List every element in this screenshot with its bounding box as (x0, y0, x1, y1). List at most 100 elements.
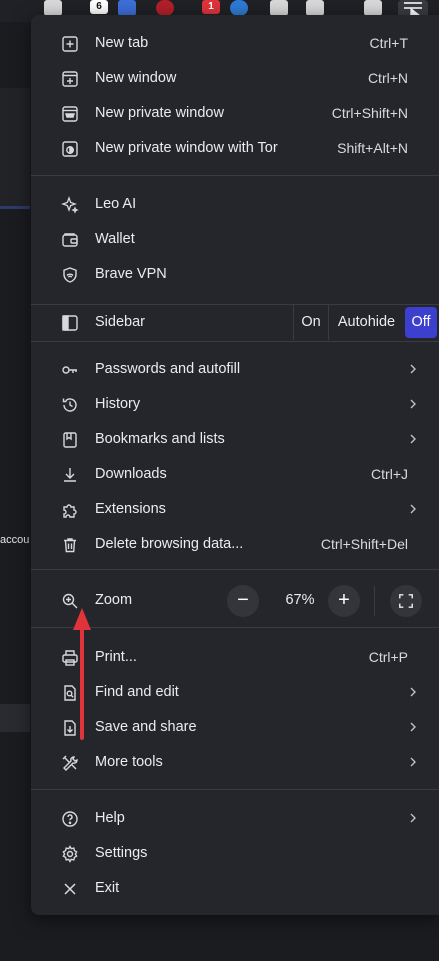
shortcut-text: Ctrl+Shift+Del (320, 536, 408, 552)
annotation-arrow (80, 628, 84, 740)
sidebar-label: Sidebar (95, 314, 145, 330)
shortcut-text: Ctrl+Shift+N (331, 105, 408, 121)
menu-item-new-private-window[interactable]: New private window Ctrl+Shift+N (31, 96, 439, 131)
menu-item-extensions[interactable]: Extensions (31, 492, 439, 527)
chevron-right-icon (407, 363, 419, 375)
sidebar-option-on[interactable]: On (293, 305, 328, 340)
settings-gear-icon (61, 845, 79, 863)
menu-item-new-tab[interactable]: New tab Ctrl+T (31, 26, 439, 61)
menu-item-passwords[interactable]: Passwords and autofill (31, 352, 439, 387)
sidebar-icon (61, 314, 79, 332)
chevron-right-icon (407, 721, 419, 733)
chevron-right-icon (407, 503, 419, 515)
menu-item-label: Find and edit (95, 684, 179, 700)
extension-icon[interactable] (156, 0, 174, 16)
find-icon (61, 684, 79, 702)
menu-divider (31, 627, 439, 628)
bookmark-icon (61, 431, 79, 449)
menu-item-label: Help (95, 810, 125, 826)
menu-item-new-window[interactable]: New window Ctrl+N (31, 61, 439, 96)
menu-item-label: Save and share (95, 719, 197, 735)
extension-icon[interactable] (230, 0, 248, 16)
vpn-shield-icon (61, 266, 79, 284)
menu-divider (31, 789, 439, 790)
menu-item-more-tools[interactable]: More tools (31, 745, 439, 780)
annotation-arrow-head (73, 608, 91, 630)
extension-badge: 6 (90, 0, 108, 14)
page-panel (0, 88, 30, 206)
menu-item-print[interactable]: Print... Ctrl+P (31, 640, 439, 675)
menu-item-label: Delete browsing data... (95, 536, 244, 552)
new-window-icon (61, 70, 79, 88)
browser-main-menu: New tab Ctrl+T New window Ctrl+N New pri… (31, 15, 439, 915)
menu-item-label: New private window (95, 105, 224, 121)
tools-icon (61, 754, 79, 772)
shortcut-text: Ctrl+J (371, 466, 408, 482)
menu-divider (31, 569, 439, 570)
download-icon (61, 466, 79, 484)
menu-item-label: Bookmarks and lists (95, 431, 225, 447)
menu-item-wallet[interactable]: Wallet (31, 222, 439, 257)
menu-item-settings[interactable]: Settings (31, 836, 439, 871)
shortcut-text: Ctrl+P (368, 649, 408, 665)
menu-item-find-and-edit[interactable]: Find and edit (31, 675, 439, 710)
zoom-row: Zoom − 67% + (31, 583, 439, 618)
chevron-right-icon (407, 756, 419, 768)
chevron-right-icon (407, 812, 419, 824)
sidebar-option-autohide[interactable]: Autohide (328, 305, 404, 340)
menu-item-label: Extensions (95, 501, 166, 517)
menu-item-help[interactable]: Help (31, 801, 439, 836)
menu-item-label: Wallet (95, 231, 135, 247)
menu-item-label: Exit (95, 880, 120, 896)
extension-icon[interactable] (44, 0, 62, 16)
sidebar-setting-row: Sidebar On Autohide Off (31, 305, 439, 340)
zoom-label: Zoom (95, 592, 133, 608)
extension-icon[interactable] (270, 0, 288, 16)
menu-item-label: Brave VPN (95, 266, 167, 282)
page-panel (0, 206, 30, 209)
private-window-icon (61, 105, 79, 123)
menu-item-exit[interactable]: Exit (31, 871, 439, 906)
new-tab-icon (61, 35, 79, 53)
page-text: accoun (0, 534, 30, 546)
extension-icon[interactable] (306, 0, 324, 16)
menu-item-leo-ai[interactable]: Leo AI (31, 187, 439, 222)
menu-item-downloads[interactable]: Downloads Ctrl+J (31, 457, 439, 492)
shortcut-text: Ctrl+T (369, 35, 409, 51)
tor-window-icon (61, 140, 79, 158)
menu-item-save-and-share[interactable]: Save and share (31, 710, 439, 745)
menu-item-label: Passwords and autofill (95, 361, 241, 377)
fullscreen-icon (399, 594, 413, 608)
menu-item-label: Print... (95, 649, 137, 665)
shortcut-text: Shift+Alt+N (337, 140, 408, 156)
extension-badge: 1 (202, 0, 220, 14)
chevron-right-icon (407, 433, 419, 445)
menu-item-delete-browsing-data[interactable]: Delete browsing data... Ctrl+Shift+Del (31, 527, 439, 562)
menu-item-new-tor-window[interactable]: New private window with Tor Shift+Alt+N (31, 131, 439, 166)
wallet-icon (61, 231, 79, 249)
menu-divider (31, 175, 439, 176)
menu-item-label: New window (95, 70, 177, 86)
fullscreen-button[interactable] (390, 585, 422, 617)
menu-item-label: New tab (95, 35, 149, 51)
zoom-divider (374, 586, 375, 616)
print-icon (61, 649, 79, 667)
close-x-icon (61, 880, 79, 898)
menu-divider (31, 341, 439, 342)
menu-item-label: History (95, 396, 141, 412)
zoom-out-button[interactable]: − (227, 585, 259, 617)
sparkle-icon (61, 196, 79, 214)
extension-icon[interactable] (364, 0, 382, 16)
menu-item-label: More tools (95, 754, 163, 770)
extension-icon[interactable] (118, 0, 136, 16)
page-panel (0, 704, 30, 732)
menu-item-brave-vpn[interactable]: Brave VPN (31, 257, 439, 292)
zoom-level: 67% (285, 592, 315, 608)
save-icon (61, 719, 79, 737)
sidebar-option-off[interactable]: Off (405, 307, 437, 338)
menu-item-label: Leo AI (95, 196, 137, 212)
menu-item-bookmarks[interactable]: Bookmarks and lists (31, 422, 439, 457)
chevron-right-icon (407, 398, 419, 410)
menu-item-history[interactable]: History (31, 387, 439, 422)
zoom-in-button[interactable]: + (328, 585, 360, 617)
